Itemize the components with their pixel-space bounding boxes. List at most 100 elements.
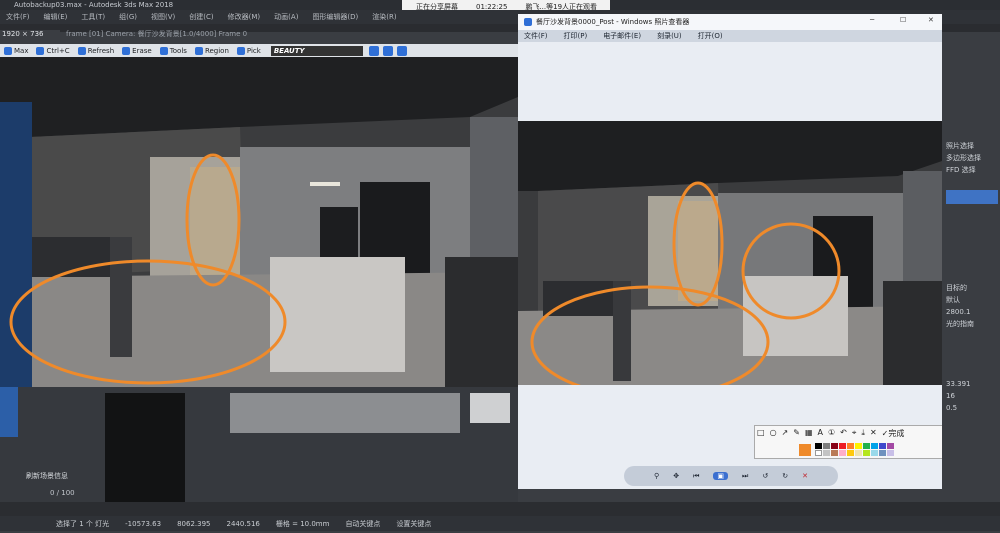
- rotate-left-icon[interactable]: ↺: [762, 472, 768, 480]
- color-swatch[interactable]: [863, 450, 870, 456]
- max-icon: [4, 46, 12, 55]
- menu-item[interactable]: 组(G): [119, 12, 137, 22]
- mosaic-tool-icon[interactable]: ▦: [805, 428, 813, 439]
- panel-label[interactable]: FFD 选择: [946, 164, 998, 176]
- panel-value[interactable]: 0.5: [946, 402, 998, 414]
- region-button[interactable]: Region: [193, 45, 231, 56]
- menu-item[interactable]: 动画(A): [274, 12, 298, 22]
- vfb-toolbar: Max Ctrl+C Refresh Erase Tools Region Pi…: [0, 44, 518, 57]
- arrow-tool-icon[interactable]: ↗: [782, 428, 789, 439]
- ellipse-tool-icon[interactable]: ○: [770, 428, 777, 439]
- set-key-button[interactable]: 设置关键点: [396, 519, 431, 529]
- panel-label[interactable]: 目标的: [946, 282, 998, 294]
- undo-icon[interactable]: ↶: [840, 428, 847, 439]
- color-swatch[interactable]: [839, 450, 846, 456]
- color-swatch[interactable]: [815, 443, 822, 449]
- color-swatch[interactable]: [855, 450, 862, 456]
- color-swatch[interactable]: [831, 450, 838, 456]
- menu-item[interactable]: 编辑(E): [44, 12, 68, 22]
- modifier-highlight[interactable]: [946, 190, 998, 204]
- tools-button[interactable]: Tools: [158, 45, 189, 56]
- color-swatch[interactable]: [863, 443, 870, 449]
- pick-button[interactable]: Pick: [235, 45, 263, 56]
- channel-select[interactable]: BEAUTY: [270, 45, 363, 56]
- menu-item[interactable]: 文件(F): [6, 12, 30, 22]
- done-button[interactable]: ✓完成: [882, 428, 905, 439]
- app-title: Autobackup03.max - Autodesk 3ds Max 2018: [14, 1, 174, 9]
- zoom-icon[interactable]: ⚲: [654, 472, 659, 480]
- save-icon[interactable]: [368, 45, 379, 56]
- zoom-out-icon[interactable]: [396, 45, 407, 56]
- color-swatch[interactable]: [839, 443, 846, 449]
- color-swatch[interactable]: [855, 443, 862, 449]
- pen-tool-icon[interactable]: ✎: [793, 428, 800, 439]
- erase-button[interactable]: Erase: [120, 45, 154, 56]
- zoom-in-icon[interactable]: [382, 45, 393, 56]
- panel-label[interactable]: 多边形选择: [946, 152, 998, 164]
- panel-value[interactable]: 33.391: [946, 378, 998, 390]
- color-swatch[interactable]: [847, 443, 854, 449]
- rectangle-tool-icon[interactable]: □: [757, 428, 765, 439]
- selection-status: 选择了 1 个 灯光: [56, 519, 110, 528]
- vfb-title: frame [01] Camera: 餐厅沙发背景[1.0/4000] Fram…: [66, 30, 248, 38]
- close-icon[interactable]: ✕: [928, 16, 934, 24]
- next-icon[interactable]: ⏭: [742, 472, 748, 481]
- pin-icon[interactable]: ⌖: [852, 428, 857, 439]
- color-swatch[interactable]: [879, 443, 886, 449]
- color-swatch[interactable]: [871, 450, 878, 456]
- menu-item[interactable]: 图形编辑器(D): [312, 12, 358, 22]
- cancel-icon[interactable]: ✕: [870, 428, 877, 439]
- color-swatch[interactable]: [823, 443, 830, 449]
- color-swatch[interactable]: [887, 443, 894, 449]
- color-swatch[interactable]: [823, 450, 830, 456]
- menu-item[interactable]: 打印(P): [564, 31, 588, 41]
- menu-item[interactable]: 修改器(M): [228, 12, 261, 22]
- color-swatch[interactable]: [887, 450, 894, 456]
- menu-item[interactable]: 创建(C): [189, 12, 213, 22]
- scene-info-button[interactable]: 刷新场景信息: [26, 471, 68, 481]
- menu-item[interactable]: 打开(O): [698, 31, 723, 41]
- menu-item[interactable]: 渲染(R): [372, 12, 396, 22]
- coord-x[interactable]: -10573.63: [125, 520, 161, 528]
- previous-icon[interactable]: ⏮: [693, 472, 699, 481]
- menu-item[interactable]: 文件(F): [524, 31, 548, 41]
- region-icon: [194, 46, 203, 55]
- fit-icon[interactable]: ✥: [673, 472, 679, 480]
- menu-item[interactable]: 工具(T): [81, 12, 105, 22]
- maximize-icon[interactable]: ☐: [900, 16, 906, 24]
- text-tool-icon[interactable]: A: [818, 428, 823, 439]
- menu-item[interactable]: 视图(V): [151, 12, 175, 22]
- selected-color[interactable]: [799, 444, 811, 456]
- photo-controls: ⚲ ✥ ⏮ ▣ ⏭ ↺ ↻ ✕: [624, 466, 838, 486]
- color-swatch[interactable]: [831, 443, 838, 449]
- photo-viewer-menu: 文件(F) 打印(P) 电子邮件(E) 刻录(U) 打开(O): [518, 30, 942, 42]
- color-swatch[interactable]: [879, 450, 886, 456]
- slideshow-icon[interactable]: ▣: [713, 472, 728, 480]
- panel-label[interactable]: 默认: [946, 294, 998, 306]
- refresh-button[interactable]: Refresh: [76, 45, 116, 56]
- menu-item[interactable]: 刻录(U): [657, 31, 682, 41]
- kitchen-render: [0, 57, 518, 387]
- menu-item[interactable]: 电子邮件(E): [603, 31, 641, 41]
- panel-value[interactable]: 16: [946, 390, 998, 402]
- coord-z[interactable]: 2440.516: [226, 520, 259, 528]
- timeline[interactable]: [0, 502, 1000, 516]
- color-swatch[interactable]: [871, 443, 878, 449]
- color-swatch[interactable]: [847, 450, 854, 456]
- panel-label[interactable]: 照片选择: [946, 140, 998, 152]
- erase-icon: [122, 46, 131, 55]
- rotate-right-icon[interactable]: ↻: [782, 472, 788, 480]
- pick-icon: [236, 46, 245, 55]
- minimize-icon[interactable]: ─: [870, 16, 874, 24]
- grid-size: 栅格 = 10.0mm: [275, 519, 330, 528]
- delete-icon[interactable]: ✕: [802, 472, 808, 480]
- auto-key-button[interactable]: 自动关键点: [345, 519, 380, 529]
- max-button[interactable]: Max: [2, 45, 30, 56]
- save-icon[interactable]: ⤓: [861, 428, 865, 439]
- render-resolution: 1920 × 736: [0, 30, 60, 39]
- color-swatch[interactable]: [815, 450, 822, 456]
- coord-y[interactable]: 8062.395: [177, 520, 210, 528]
- panel-label[interactable]: 光的指南: [946, 318, 998, 330]
- ctrlc-button[interactable]: Ctrl+C: [34, 45, 71, 56]
- number-tool-icon[interactable]: ①: [828, 428, 835, 439]
